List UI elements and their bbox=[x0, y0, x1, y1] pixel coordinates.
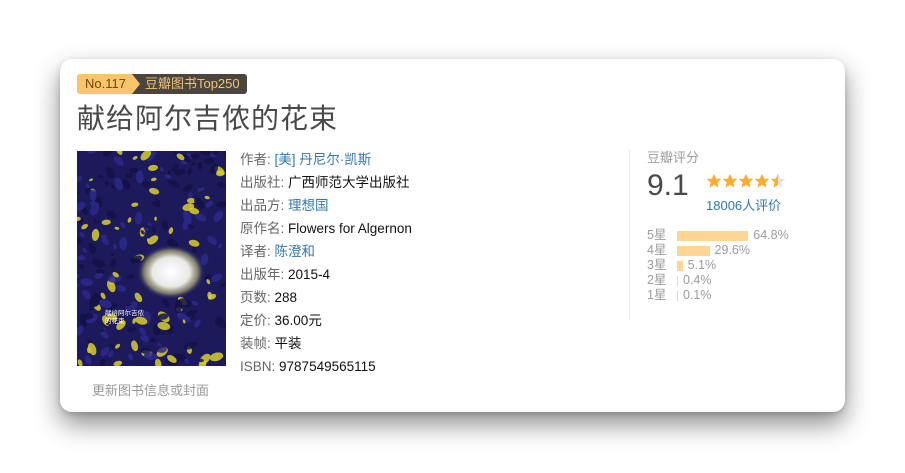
distribution-bar bbox=[677, 290, 678, 301]
distribution-bar bbox=[677, 260, 683, 271]
star-icon bbox=[770, 173, 786, 188]
distribution-row: 1星 0.1% bbox=[647, 288, 789, 303]
book-info: 作者: [美] 丹尼尔·凯斯 出版社: 广西师范大学出版社 出品方: 理想国 原… bbox=[240, 148, 412, 378]
star-icon bbox=[706, 173, 722, 188]
author-label: 作者: bbox=[240, 152, 271, 167]
star-icon bbox=[738, 173, 754, 188]
distribution-label: 4星 bbox=[647, 243, 667, 257]
isbn-label: ISBN: bbox=[240, 359, 276, 374]
rating-stars bbox=[706, 173, 786, 189]
cover-title-line-1: 献给阿尔吉侬 bbox=[105, 308, 145, 317]
rating-title: 豆瓣评分 bbox=[647, 150, 700, 165]
pub-year-label: 出版年: bbox=[240, 267, 285, 282]
info-publisher: 出版社: 广西师范大学出版社 bbox=[240, 171, 412, 194]
top250-label: 豆瓣图书Top250 bbox=[139, 74, 247, 94]
distribution-label: 3星 bbox=[647, 258, 667, 272]
distribution-label: 1星 bbox=[647, 288, 667, 302]
info-isbn: ISBN: 9787549565115 bbox=[240, 355, 412, 378]
rank-number: No.117 bbox=[77, 74, 132, 94]
pages-value: 288 bbox=[274, 290, 298, 305]
info-translator: 译者: 陈澄和 bbox=[240, 240, 412, 263]
original-title-label: 原作名: bbox=[240, 221, 285, 236]
cover-title-line-2: 的花束 bbox=[105, 316, 125, 325]
translator-label: 译者: bbox=[240, 244, 271, 259]
rating-score: 9.1 bbox=[647, 169, 689, 202]
distribution-bar bbox=[677, 245, 710, 256]
producer-link[interactable]: 理想国 bbox=[288, 198, 329, 213]
author-link[interactable]: [美] 丹尼尔·凯斯 bbox=[275, 152, 372, 167]
isbn-value: 9787549565115 bbox=[279, 359, 376, 374]
distribution-bar bbox=[677, 275, 678, 286]
binding-label: 装帧: bbox=[240, 336, 271, 351]
distribution-percent: 0.4% bbox=[683, 273, 712, 287]
info-binding: 装帧: 平装 bbox=[240, 332, 412, 355]
info-producer: 出品方: 理想国 bbox=[240, 194, 412, 217]
distribution-percent: 64.8% bbox=[753, 228, 789, 242]
cover-artwork: 献给阿尔吉侬 的花束 bbox=[77, 151, 226, 366]
distribution-percent: 0.1% bbox=[683, 288, 712, 302]
binding-value: 平装 bbox=[274, 336, 302, 351]
info-original-title: 原作名: Flowers for Algernon bbox=[240, 217, 412, 240]
section-divider bbox=[629, 150, 630, 320]
top250-badge[interactable]: No.117 豆瓣图书Top250 bbox=[77, 74, 247, 94]
distribution-percent: 29.6% bbox=[714, 243, 750, 257]
rating-distribution: 5星 64.8% 4星 29.6% 3星 5.1% 2星 0.4% 1星 0.1% bbox=[647, 228, 789, 303]
pub-year-value: 2015-4 bbox=[288, 267, 331, 282]
info-price: 定价: 36.00元 bbox=[240, 309, 412, 332]
price-label: 定价: bbox=[240, 313, 271, 328]
distribution-percent: 5.1% bbox=[687, 258, 717, 272]
book-cover-image[interactable]: 献给阿尔吉侬 的花束 bbox=[77, 151, 226, 366]
book-card: No.117 豆瓣图书Top250 献给阿尔吉侬的花束 献给阿尔吉侬 的花束 更… bbox=[60, 59, 845, 412]
pages-label: 页数: bbox=[240, 290, 271, 305]
distribution-row: 4星 29.6% bbox=[647, 243, 789, 258]
info-pages: 页数: 288 bbox=[240, 286, 412, 309]
badge-arrow-icon bbox=[131, 74, 140, 94]
book-title: 献给阿尔吉侬的花束 bbox=[77, 103, 339, 134]
distribution-label: 2星 bbox=[647, 273, 667, 287]
distribution-label: 5星 bbox=[647, 228, 667, 242]
producer-label: 出品方: bbox=[240, 198, 285, 213]
star-icon bbox=[722, 173, 738, 188]
votes-link[interactable]: 18006人评价 bbox=[706, 195, 781, 214]
info-author: 作者: [美] 丹尼尔·凯斯 bbox=[240, 148, 412, 171]
distribution-row: 3星 5.1% bbox=[647, 258, 789, 273]
original-title-value: Flowers for Algernon bbox=[288, 221, 412, 236]
rating-panel: 豆瓣评分 9.1 18006人评价 5星 64.8% 4星 29.6% 3星 5.1% 2星… bbox=[647, 147, 789, 302]
update-book-info-link[interactable]: 更新图书信息或封面 bbox=[92, 380, 209, 399]
price-value: 36.00元 bbox=[274, 313, 322, 328]
distribution-row: 2星 0.4% bbox=[647, 273, 789, 288]
publisher-value: 广西师范大学出版社 bbox=[288, 175, 410, 190]
distribution-row: 5星 64.8% bbox=[647, 228, 789, 243]
translator-link[interactable]: 陈澄和 bbox=[275, 244, 316, 259]
distribution-bar bbox=[677, 230, 749, 241]
star-icon bbox=[754, 173, 770, 188]
publisher-label: 出版社: bbox=[240, 175, 285, 190]
info-pub-year: 出版年: 2015-4 bbox=[240, 263, 412, 286]
